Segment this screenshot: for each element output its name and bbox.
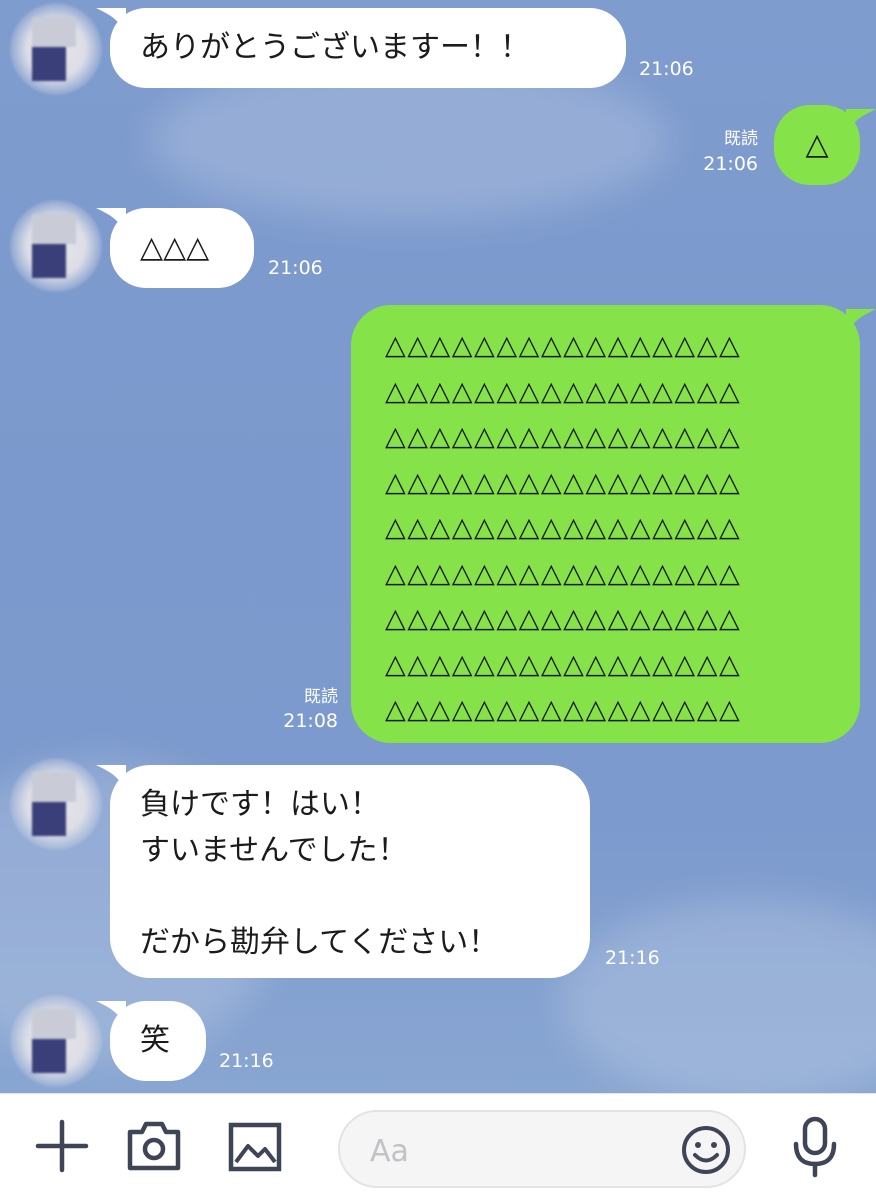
message-input[interactable] [368,1128,672,1174]
message-text: △△△ [140,230,210,265]
read-receipt: 既読 [304,687,338,707]
message-bubble[interactable]: ありがとうございますー！！ [96,8,626,88]
message-text-line: △△△△△△△△△△△△△△△△ [385,603,742,634]
message-bubble[interactable]: △△△ [96,208,254,288]
message-text-line: △△△△△△△△△△△△△△△△ [385,330,742,361]
avatar[interactable] [10,758,102,850]
message-input-box[interactable] [338,1110,746,1188]
message-text: 笑 [140,1023,170,1058]
bubble-tail [846,309,876,335]
message-composer [0,1093,876,1201]
avatar[interactable] [10,200,102,292]
microphone-icon[interactable] [790,1116,840,1178]
message-time: 21:06 [703,153,758,175]
bubble-tail [96,765,126,791]
emoji-icon[interactable] [680,1124,732,1176]
message-text-line: △△△△△△△△△△△△△△△△ [385,694,742,725]
message-text: △ [805,127,829,162]
avatar[interactable] [10,995,102,1087]
message-time: 21:06 [639,58,694,80]
message-text: 負けです！はい！ すいませんでした！ だから勘弁してください！ [140,787,499,960]
plus-icon[interactable] [34,1118,90,1174]
camera-icon[interactable] [126,1120,182,1172]
message-text: ありがとうございますー！！ [140,30,530,65]
chat-area[interactable]: ありがとうございますー！！ 21:06 既読 21:06 △ △△△ 21:06… [0,0,876,1093]
message-text-line: △△△△△△△△△△△△△△△△ [385,648,742,680]
bubble-tail [96,8,126,34]
message-text-line: △△△△△△△△△△△△△△△△ [385,421,742,452]
message-time: 21:06 [268,257,323,279]
message-time: 21:16 [605,947,660,969]
message-text-line: △△△△△△△△△△△△△△△△ [385,512,742,543]
bubble-tail [96,1001,126,1027]
image-icon[interactable] [228,1122,282,1172]
message-bubble[interactable]: △ [774,105,876,185]
message-bubble[interactable]: 笑 [96,1001,206,1081]
message-text-line: △△△△△△△△△△△△△△△△ [385,557,742,589]
avatar[interactable] [10,3,102,95]
message-time: 21:16 [219,1050,274,1072]
message-bubble[interactable]: 負けです！はい！ すいませんでした！ だから勘弁してください！ [96,765,590,978]
message-text-line: △△△△△△△△△△△△△△△△ [385,466,742,498]
message-time: 21:08 [283,710,338,732]
bubble-tail [846,109,876,135]
bubble-tail [96,208,126,234]
message-bubble[interactable]: △△△△△△△△△△△△△△△△ △△△△△△△△△△△△△△△△ △△△△△△… [351,305,876,743]
read-receipt: 既読 [724,129,758,149]
message-text-line: △△△△△△△△△△△△△△△△ [385,375,742,407]
